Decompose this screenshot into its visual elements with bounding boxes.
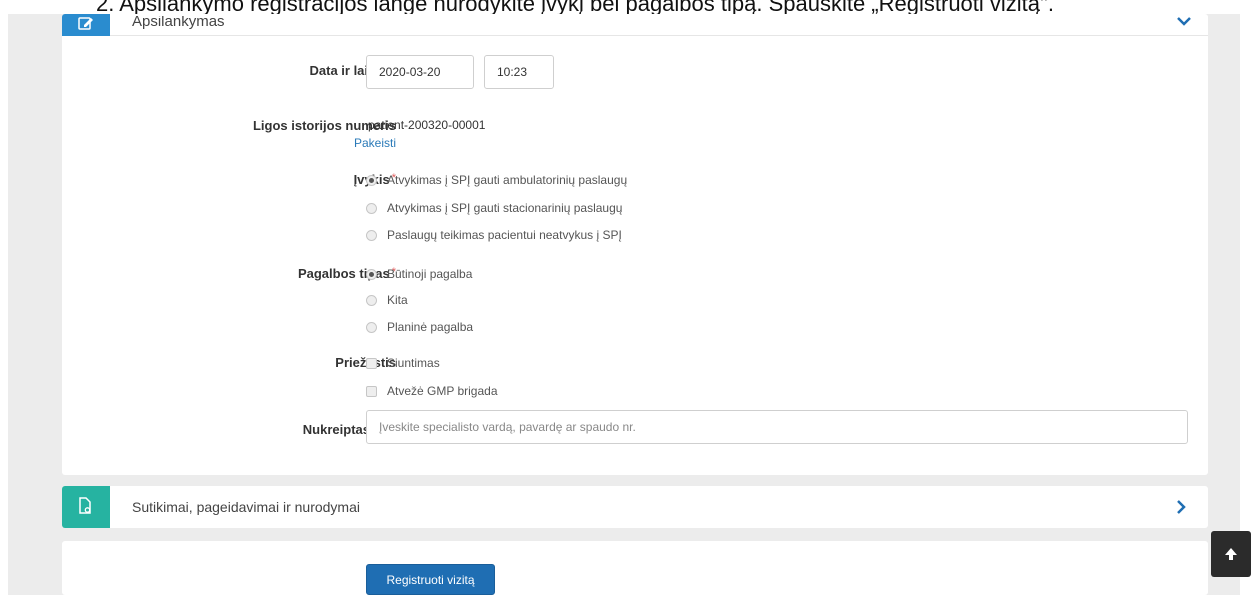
reason-option-referral[interactable]: Siuntimas <box>366 354 440 372</box>
reason-option-ambulance[interactable]: Atvežė GMP brigada <box>366 382 498 400</box>
page-gutter <box>1240 14 1256 595</box>
specialist-search-input[interactable] <box>366 410 1188 444</box>
visit-panel: Apsilankymas Data ir laikas* Ligos istor… <box>62 14 1208 475</box>
help-option-other[interactable]: Kita <box>366 291 408 309</box>
event-option-remote[interactable]: Paslaugų teikimas pacientui neatvykus į … <box>366 226 622 244</box>
referred-label: Nukreiptas pas <box>302 422 396 437</box>
change-history-link[interactable]: Pakeisti <box>124 136 396 150</box>
help-option-label: Kita <box>387 293 408 307</box>
radio-button[interactable] <box>366 229 377 241</box>
radio-button[interactable] <box>366 294 377 306</box>
help-option-planned[interactable]: Planinė pagalba <box>366 318 473 336</box>
register-visit-button[interactable]: Registruoti vizitą <box>366 564 495 595</box>
visit-panel-title: Apsilankymas <box>132 16 225 30</box>
help-type-label: Pagalbos tipas * <box>124 266 396 281</box>
scroll-to-top-button[interactable] <box>1211 531 1251 577</box>
chevron-right-icon[interactable] <box>1176 500 1186 514</box>
event-option-stationary[interactable]: Atvykimas į SPĮ gauti stacionarinių pasl… <box>366 199 622 217</box>
consent-panel[interactable]: Sutikimai, pageidavimai ir nurodymai <box>62 486 1208 528</box>
checkbox[interactable] <box>366 357 377 369</box>
event-label: Įvykis* <box>124 172 396 187</box>
actions-panel: Registruoti vizitą <box>62 541 1208 595</box>
date-time-label: Data ir laikas* <box>124 63 397 78</box>
visit-panel-icon-box <box>62 14 110 36</box>
date-input[interactable] <box>366 55 474 89</box>
reason-label: Priežastis <box>124 355 396 370</box>
arrow-up-icon <box>1225 548 1237 560</box>
document-icon <box>79 497 91 514</box>
history-label: Ligos istorijos numeris <box>252 118 396 133</box>
reason-option-label: Atvežė GMP brigada <box>387 384 498 398</box>
help-option-emergency[interactable]: Būtinoji pagalba <box>366 265 472 283</box>
time-input[interactable] <box>484 55 554 89</box>
consent-panel-title: Sutikimai, pageidavimai ir nurodymai <box>132 499 360 515</box>
chevron-down-icon[interactable] <box>1176 16 1192 28</box>
event-option-label: Paslaugų teikimas pacientui neatvykus į … <box>387 228 622 242</box>
reason-option-label: Siuntimas <box>387 356 440 370</box>
event-option-ambulatory[interactable]: Atvykimas į SPĮ gauti ambulatorinių pasl… <box>366 171 627 189</box>
history-number-value: patient-200320-00001 <box>368 118 486 132</box>
help-option-label: Planinė pagalba <box>387 320 474 334</box>
edit-icon <box>78 17 93 30</box>
visit-panel-header[interactable]: Apsilankymas <box>62 14 1208 36</box>
radio-button[interactable] <box>366 268 377 280</box>
radio-button[interactable] <box>366 174 377 186</box>
event-option-label: Atvykimas į SPĮ gauti stacionarinių pasl… <box>387 201 623 215</box>
help-option-label: Būtinoji pagalba <box>387 267 473 281</box>
radio-button[interactable] <box>366 321 377 333</box>
event-option-label: Atvykimas į SPĮ gauti ambulatorinių pasl… <box>387 173 628 187</box>
radio-button[interactable] <box>366 202 377 214</box>
consent-panel-icon-box <box>62 486 110 528</box>
checkbox[interactable] <box>366 385 377 397</box>
